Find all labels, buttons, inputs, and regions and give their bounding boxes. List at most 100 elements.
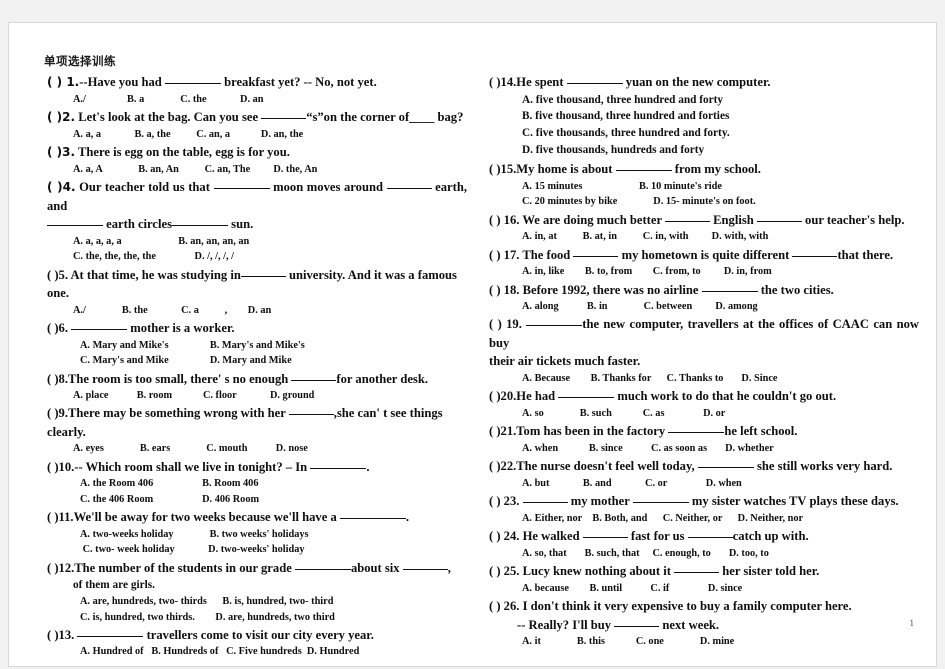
stem-text-after: from my school. (671, 162, 761, 177)
question-options: A. in, like B. to, from C. from, to D. i… (522, 266, 772, 278)
question-options: A. it B. this C. one D. mine (522, 636, 735, 647)
answer-bracket-q20[interactable]: ( )20. (489, 389, 516, 403)
question-options: A. a, A B. an, An C. an, The D. the, An (73, 163, 318, 175)
question-options: A. eyes B. ears C. mouth D. nose (73, 443, 308, 455)
question-options: A. the Room 406 B. Room 406 (80, 478, 259, 490)
fill-blank (697, 467, 754, 469)
stem-text-after: English (709, 212, 757, 227)
question-options: A. so, that B. such, that C. enough, to … (522, 547, 769, 559)
question-item: ( )10.-- Which room shall we live in ton… (47, 458, 467, 507)
answer-bracket-q12[interactable]: ( )12. (47, 561, 74, 575)
answer-bracket-q11[interactable]: ( )11. (47, 510, 74, 524)
stem-text-tail: catch up with. (732, 529, 809, 544)
stem-text-after: travellers come to visit our city every … (143, 627, 374, 642)
answer-bracket-q8[interactable]: ( )8. (47, 372, 68, 386)
question-options: A. so B. such C. as D. or (522, 407, 726, 419)
fill-blank (701, 290, 758, 292)
question-stem: ( )21.Tom has been in the factory he lef… (489, 422, 919, 441)
answer-bracket-q3[interactable]: ( )3. (47, 145, 75, 159)
answer-bracket-q17[interactable]: ( ) 17. (489, 248, 519, 262)
answer-bracket-q5[interactable]: ( )5. (47, 268, 68, 282)
question-options: A. a, a, a, a B. an, an, an, an (73, 235, 250, 247)
question-item: ( )9.There may be something wrong with h… (47, 404, 467, 456)
answer-bracket-q23[interactable]: ( ) 23. (489, 494, 519, 508)
fill-blank (402, 568, 448, 570)
question-options: A. Mary and Mike's B. Mary's and Mike's (80, 339, 305, 351)
stem-text-before: He walked (522, 529, 583, 544)
question-item: ( )4. Our teacher told us that moon move… (47, 178, 467, 265)
answer-bracket-q1[interactable]: ( ) 1. (47, 75, 79, 89)
question-options: C. the 406 Room D. 406 Room (80, 493, 260, 505)
question-item: ( ) 23. my mother my sister watches TV p… (489, 492, 919, 526)
fill-blank (573, 255, 619, 257)
stem-text-after: the two cities. (757, 282, 834, 297)
fill-blank (172, 225, 229, 227)
answer-bracket-q21[interactable]: ( )21. (489, 424, 516, 438)
answer-bracket-q4[interactable]: ( )4. (47, 180, 76, 194)
question-options: A. Because B. Thanks for C. Thanks to D.… (522, 372, 778, 384)
question-item: ( ) 1.--Have you had breakfast yet? -- N… (47, 73, 467, 107)
stem-text-before: The food (522, 247, 574, 262)
right-column: ( )14.He spent yuan on the new computer.… (489, 73, 919, 650)
question-stem: ( ) 25. Lucy knew nothing about it her s… (489, 562, 919, 581)
stem-text-after: . (366, 459, 370, 474)
question-item: ( )8.The room is too small, there' s no … (47, 370, 467, 404)
question-item: ( ) 17. The food my hometown is quite di… (489, 246, 919, 280)
stem-text-tail: my sister watches TV plays these days. (688, 494, 899, 509)
stem-text-before: He had (516, 389, 559, 404)
question-stem: ( )15.My home is about from my school. (489, 160, 919, 179)
question-stem: ( ) 23. my mother my sister watches TV p… (489, 492, 919, 511)
fill-blank (687, 537, 733, 539)
answer-bracket-q9[interactable]: ( )9. (47, 406, 68, 420)
fill-blank (310, 467, 367, 469)
fill-blank (756, 220, 802, 222)
answer-bracket-q24[interactable]: ( ) 24. (489, 529, 519, 543)
question-options: A. because B. until C. if D. since (522, 582, 743, 594)
answer-bracket-q18[interactable]: ( ) 18. (489, 283, 519, 297)
question-item: ( )20.He had much work to do that he cou… (489, 387, 919, 421)
page-number: 1 (909, 618, 915, 628)
question-item: ( )11.We'll be away for two weeks becaus… (47, 508, 467, 557)
fill-blank (615, 170, 672, 172)
question-stem: ( )22.The nurse doesn't feel well today,… (489, 457, 919, 476)
question-item: ( )6. mother is a worker. A. Mary and Mi… (47, 319, 467, 368)
stem-text-before: I don't think it very expensive to buy a… (522, 599, 852, 613)
question-stem-continuation: their air tickets much faster. (489, 354, 641, 369)
question-item: ( ) 16. We are doing much better English… (489, 211, 919, 245)
answer-bracket-q13[interactable]: ( )13. (47, 628, 74, 642)
fill-blank (339, 518, 406, 520)
stem-text-before: We'll be away for two weeks because we'l… (73, 510, 340, 525)
question-item: ( )12.The number of the students in our … (47, 559, 467, 625)
question-stem: ( )12.The number of the students in our … (47, 559, 467, 578)
question-options: C. five thousands, three hundred and for… (522, 127, 730, 140)
fill-blank (294, 568, 351, 570)
stem-text-tail: , (447, 560, 451, 575)
cont-after: next week. (659, 617, 720, 632)
stem-text-after: her sister told her. (719, 564, 820, 579)
answer-bracket-q15[interactable]: ( )15. (489, 162, 516, 176)
fill-blank (522, 502, 568, 504)
answer-bracket-q2[interactable]: ( )2. (47, 110, 75, 124)
answer-bracket-q19[interactable]: ( ) 19. (489, 317, 522, 331)
question-options: C. two- week holiday D. two-weeks' holid… (80, 544, 305, 556)
answer-bracket-q14[interactable]: ( )14. (489, 75, 516, 89)
answer-bracket-q10[interactable]: ( )10. (47, 460, 74, 474)
answer-bracket-q26[interactable]: ( ) 26. (489, 599, 519, 613)
stem-text-after: for another desk. (336, 371, 428, 386)
stem-text-before: The room is too small, there' s no enoug… (67, 371, 292, 386)
answer-bracket-q22[interactable]: ( )22. (489, 459, 516, 473)
stem-text-after: much work to do that he couldn't go out. (614, 389, 837, 404)
question-item: ( )2. Let's look at the bag. Can you see… (47, 108, 467, 142)
answer-bracket-q25[interactable]: ( ) 25. (489, 564, 519, 578)
question-stem-continuation: -- Really? I'll buy next week. (489, 616, 919, 635)
question-options: A. 15 minutes B. 10 minute's ride (522, 180, 722, 192)
question-item: ( ) 18. Before 1992, there was no airlin… (489, 281, 919, 315)
stem-text-after: he left school. (724, 424, 798, 439)
stem-text-after: moon moves around (269, 180, 387, 195)
answer-bracket-q16[interactable]: ( ) 16. (489, 213, 519, 227)
question-stem: ( )20.He had much work to do that he cou… (489, 387, 919, 406)
question-item: ( )5. At that time, he was studying in u… (47, 266, 467, 318)
answer-bracket-q6[interactable]: ( )6. (47, 321, 68, 335)
fill-blank (213, 188, 270, 190)
stem-text-before: My home is about (516, 162, 616, 177)
